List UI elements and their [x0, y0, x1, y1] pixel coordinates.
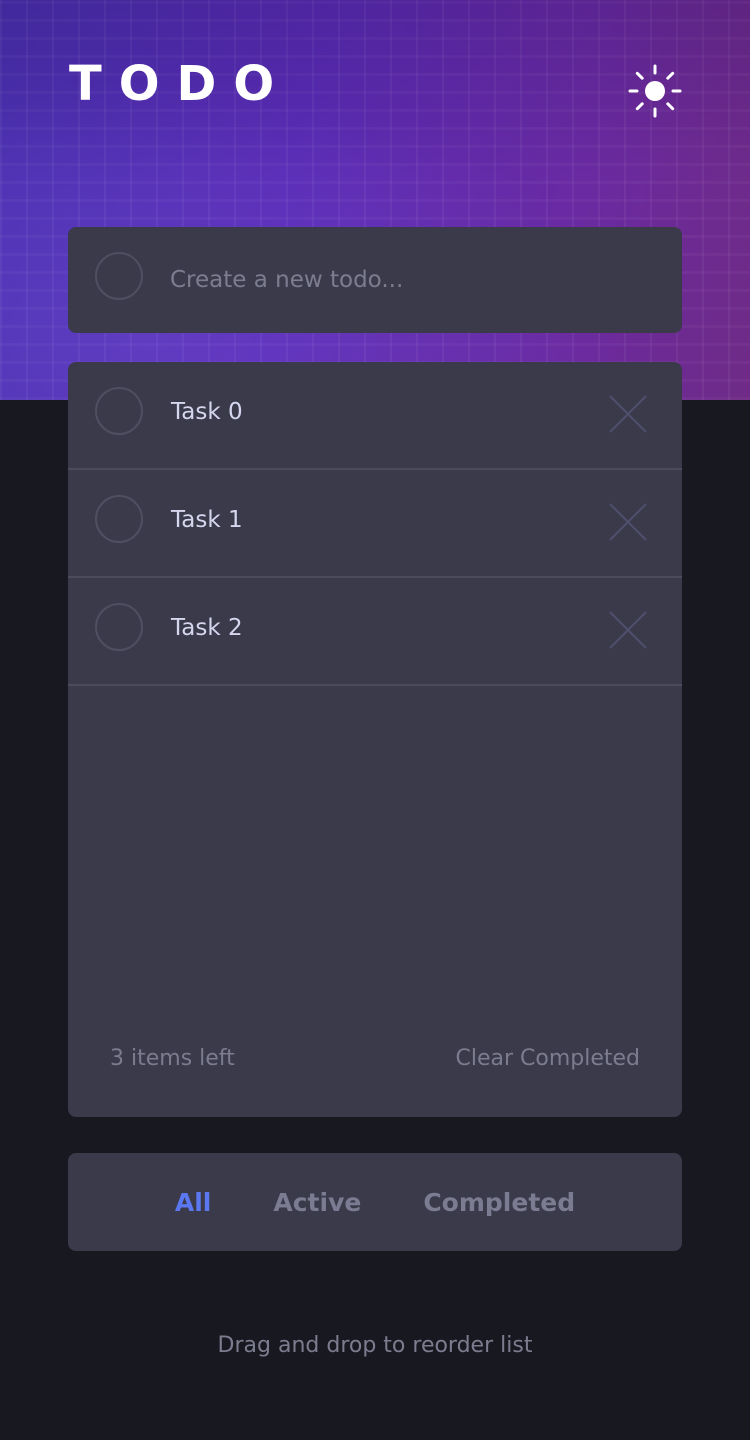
todo-label: Task 1 [171, 507, 243, 533]
todo-label: Task 2 [171, 615, 243, 641]
todo-checkbox[interactable] [95, 603, 143, 651]
new-todo-card [68, 227, 682, 333]
reorder-hint: Drag and drop to reorder list [217, 1333, 533, 1358]
todo-item[interactable]: Task 1 [68, 470, 682, 578]
todo-label: Task 0 [171, 399, 243, 425]
todo-list: Task 0 Task 1 Task 2 3 items left Clear … [68, 362, 682, 1117]
app-title: TODO [69, 56, 292, 112]
todo-checkbox[interactable] [95, 387, 143, 435]
remove-todo-button[interactable] [608, 502, 648, 542]
clear-completed-button[interactable]: Clear Completed [455, 1046, 640, 1071]
todo-item[interactable]: Task 2 [68, 578, 682, 686]
todo-item[interactable]: Task 0 [68, 362, 682, 470]
sun-icon [628, 64, 682, 118]
filter-bar: All Active Completed [68, 1153, 682, 1251]
items-left-count: 3 items left [110, 1046, 235, 1071]
theme-toggle-button[interactable] [626, 62, 684, 120]
remove-todo-button[interactable] [608, 610, 648, 650]
new-todo-checkbox[interactable] [95, 252, 143, 300]
new-todo-input[interactable] [170, 257, 650, 303]
close-icon [609, 395, 647, 433]
todo-checkbox[interactable] [95, 495, 143, 543]
filter-active[interactable]: Active [273, 1188, 361, 1217]
filter-all[interactable]: All [175, 1188, 212, 1217]
close-icon [609, 503, 647, 541]
remove-todo-button[interactable] [608, 394, 648, 434]
close-icon [609, 611, 647, 649]
filter-completed[interactable]: Completed [423, 1188, 575, 1217]
